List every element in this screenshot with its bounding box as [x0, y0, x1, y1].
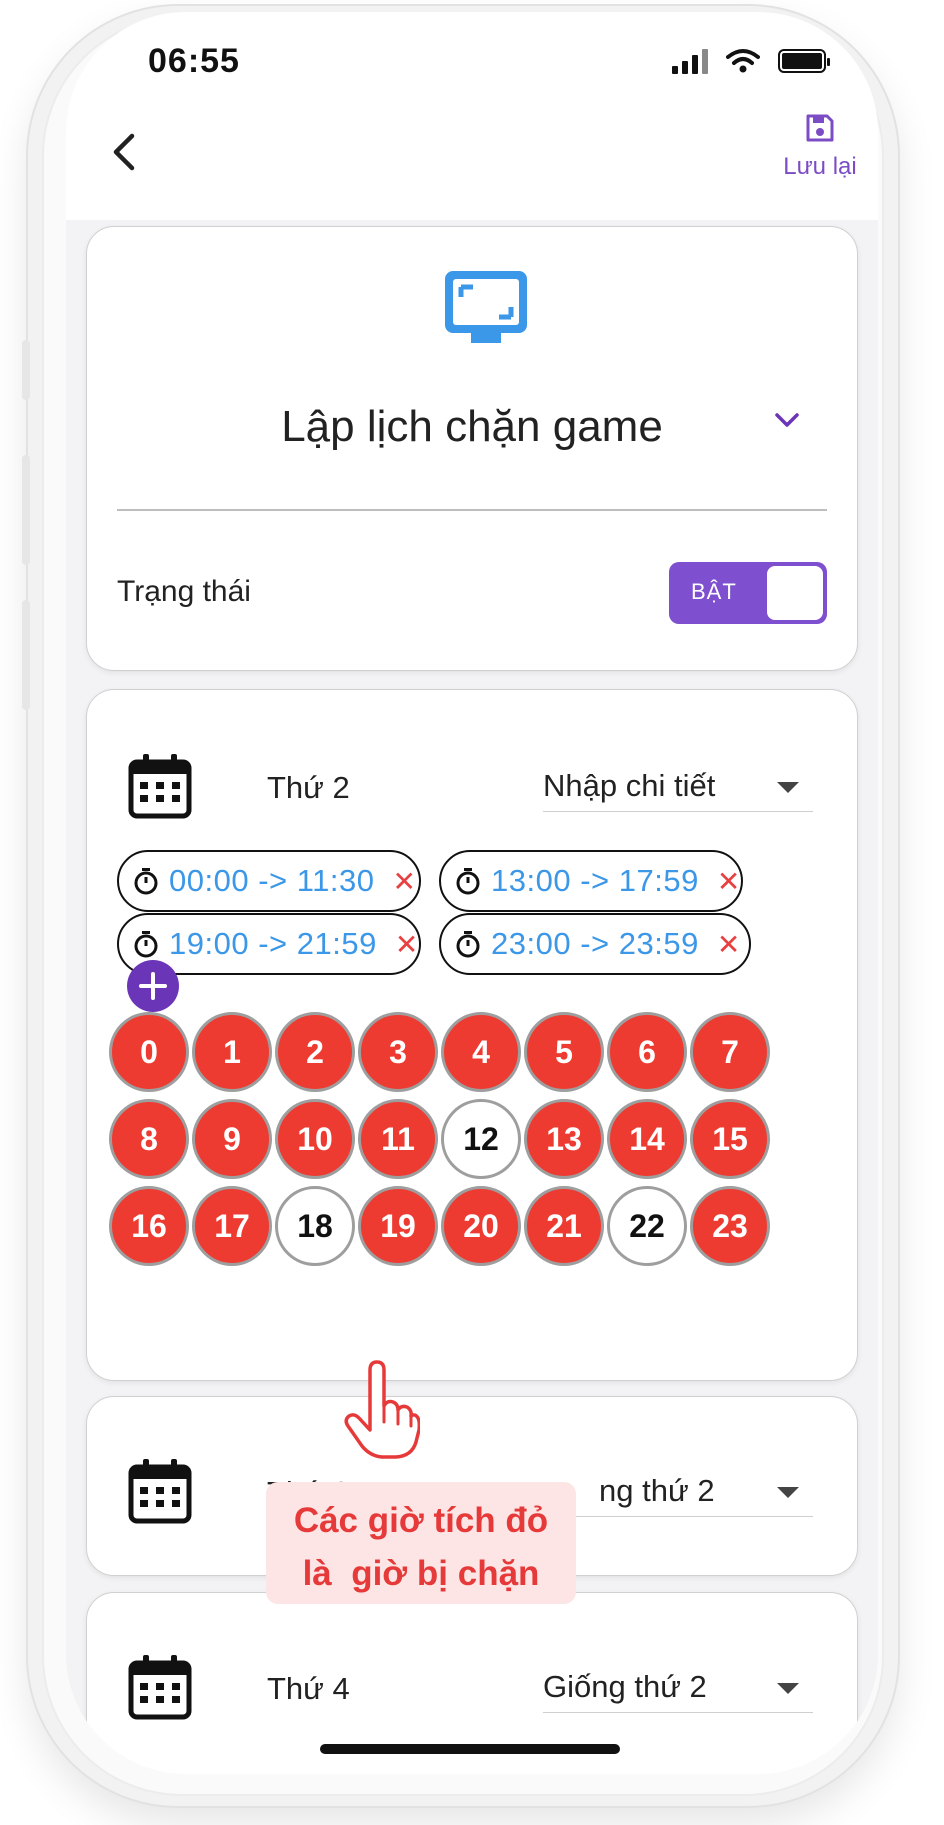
status-bar: 06:55	[66, 12, 878, 102]
hour-10-button[interactable]: 10	[275, 1099, 355, 1179]
signal-icon	[672, 48, 708, 74]
pointing-hand-icon	[344, 1360, 420, 1459]
remove-icon[interactable]: ✕	[393, 865, 416, 898]
back-arrow-icon[interactable]	[94, 122, 154, 182]
hour-13-button[interactable]: 13	[524, 1099, 604, 1179]
hour-19-button[interactable]: 19	[358, 1186, 438, 1266]
chevron-down-icon[interactable]	[769, 402, 805, 438]
time-range-text: 13:00 -> 17:59	[491, 863, 699, 898]
stopwatch-icon	[456, 868, 480, 895]
day-mode-value: ng thứ 2	[599, 1473, 715, 1508]
day-row: Thứ 4 Giống thứ 2	[127, 1653, 813, 1723]
dropdown-caret-icon	[777, 1487, 799, 1498]
status-label: Trạng thái	[117, 575, 251, 608]
time-range-chip[interactable]: 13:00 -> 17:59 ✕	[439, 850, 743, 912]
dropdown-caret-icon	[777, 782, 799, 793]
hour-2-button[interactable]: 2	[275, 1012, 355, 1092]
stopwatch-icon	[134, 868, 158, 895]
hour-5-button[interactable]: 5	[524, 1012, 604, 1092]
time-range-chip[interactable]: 00:00 -> 11:30 ✕	[117, 850, 421, 912]
hour-11-button[interactable]: 11	[358, 1099, 438, 1179]
time-range-chip[interactable]: 23:00 -> 23:59 ✕	[439, 913, 751, 975]
status-time: 06:55	[148, 42, 240, 80]
stopwatch-icon	[456, 931, 480, 958]
hour-0-button[interactable]: 0	[109, 1012, 189, 1092]
hour-6-button[interactable]: 6	[607, 1012, 687, 1092]
calendar-icon	[128, 754, 192, 819]
battery-icon	[778, 49, 830, 73]
volume-down-button	[22, 600, 30, 710]
annotation-tooltip: Các giờ tích đỏ là giờ bị chặn	[266, 1482, 576, 1604]
hour-4-button[interactable]: 4	[441, 1012, 521, 1092]
calendar-icon	[128, 1655, 192, 1720]
time-range-text: 19:00 -> 21:59	[169, 926, 377, 961]
hour-23-button[interactable]: 23	[690, 1186, 770, 1266]
hour-14-button[interactable]: 14	[607, 1099, 687, 1179]
day-mode-value: Nhập chi tiết	[543, 768, 716, 803]
day-row: Thứ 2 Nhập chi tiết	[127, 752, 813, 822]
hour-20-button[interactable]: 20	[441, 1186, 521, 1266]
day-mode-select[interactable]: Giống thứ 2	[543, 1665, 813, 1713]
calendar-icon	[128, 1459, 192, 1524]
toggle-label: BẬT	[691, 579, 737, 604]
annotation-line-1: Các giờ tích đỏ	[293, 1501, 549, 1540]
divider	[117, 509, 827, 511]
home-indicator	[320, 1744, 620, 1754]
hour-16-button[interactable]: 16	[109, 1186, 189, 1266]
floppy-disk-icon	[806, 114, 834, 142]
app-bar: Lưu lại	[66, 102, 878, 220]
toggle-knob	[767, 566, 823, 620]
hour-1-button[interactable]: 1	[192, 1012, 272, 1092]
annotation-line-2: là giờ bị chặn	[302, 1554, 540, 1593]
hour-22-button[interactable]: 22	[607, 1186, 687, 1266]
hour-21-button[interactable]: 21	[524, 1186, 604, 1266]
stopwatch-icon	[134, 931, 158, 958]
day-mode-select[interactable]: Nhập chi tiết	[543, 764, 813, 812]
tv-icon	[445, 271, 527, 343]
page-title: Lập lịch chặn game	[281, 402, 663, 451]
mute-switch	[22, 340, 30, 400]
hour-7-button[interactable]: 7	[690, 1012, 770, 1092]
remove-icon[interactable]: ✕	[717, 865, 740, 898]
time-range-text: 00:00 -> 11:30	[169, 863, 375, 898]
day-label: Thứ 2	[267, 770, 350, 805]
time-range-text: 23:00 -> 23:59	[491, 926, 699, 961]
hour-9-button[interactable]: 9	[192, 1099, 272, 1179]
wifi-icon	[726, 49, 760, 73]
save-label: Lưu lại	[783, 153, 857, 180]
hour-15-button[interactable]: 15	[690, 1099, 770, 1179]
status-icons	[672, 48, 830, 74]
add-time-range-button[interactable]	[127, 960, 179, 1012]
day-mode-value: Giống thứ 2	[543, 1669, 707, 1704]
day-card-monday: Thứ 2 Nhập chi tiết 00:00 -> 11:30 ✕ 13:…	[86, 689, 858, 1381]
schedule-settings-card: Lập lịch chặn game Trạng thái BẬT	[86, 226, 858, 671]
volume-up-button	[22, 455, 30, 565]
hour-8-button[interactable]: 8	[109, 1099, 189, 1179]
remove-icon[interactable]: ✕	[395, 928, 418, 961]
day-mode-select[interactable]: ng thứ 2	[543, 1469, 813, 1517]
day-label: Thứ 4	[267, 1671, 350, 1706]
dropdown-caret-icon	[777, 1683, 799, 1694]
hour-17-button[interactable]: 17	[192, 1186, 272, 1266]
hour-3-button[interactable]: 3	[358, 1012, 438, 1092]
hour-18-button[interactable]: 18	[275, 1186, 355, 1266]
remove-icon[interactable]: ✕	[717, 928, 740, 961]
status-toggle[interactable]: BẬT	[669, 562, 827, 624]
hour-12-button[interactable]: 12	[441, 1099, 521, 1179]
save-button[interactable]: Lưu lại	[770, 112, 870, 181]
